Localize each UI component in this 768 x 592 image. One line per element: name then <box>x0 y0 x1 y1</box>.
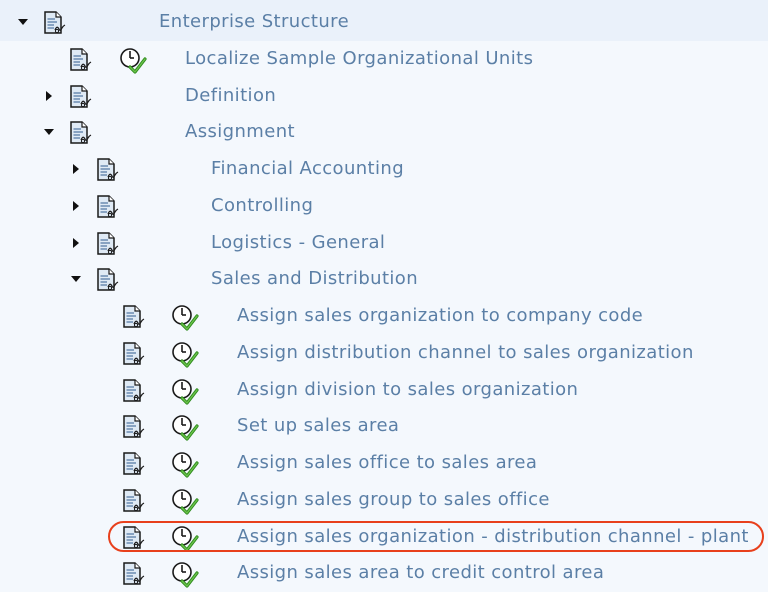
tree-node-label[interactable]: Controlling <box>211 195 313 217</box>
execute-clock-check-icon[interactable] <box>170 487 200 515</box>
document-icon[interactable] <box>68 120 94 146</box>
execute-clock-check-icon[interactable] <box>170 303 200 331</box>
execute-clock-check-icon[interactable] <box>170 340 200 368</box>
tree-node-label[interactable]: Enterprise Structure <box>159 11 349 33</box>
document-icon[interactable] <box>95 231 121 257</box>
tree-node[interactable]: Financial Accounting <box>0 151 768 187</box>
document-icon[interactable] <box>121 304 147 330</box>
expand-triangle-icon[interactable] <box>44 90 54 102</box>
execute-clock-check-icon[interactable] <box>170 377 200 405</box>
tree-node-label[interactable]: Sales and Distribution <box>211 268 418 290</box>
tree-node-label[interactable]: Assign sales organization - distribution… <box>237 526 749 548</box>
tree-node[interactable]: Assign distribution channel to sales org… <box>0 335 768 371</box>
tree-node-label[interactable]: Assign sales area to credit control area <box>237 562 604 584</box>
execute-clock-check-icon[interactable] <box>170 450 200 478</box>
tree-node-label[interactable]: Assign sales office to sales area <box>237 452 537 474</box>
document-icon[interactable] <box>121 525 147 551</box>
collapse-triangle-icon[interactable] <box>71 273 81 285</box>
tree-node-label[interactable]: Assignment <box>185 121 295 143</box>
tree-node[interactable]: Assign division to sales organization <box>0 372 768 408</box>
document-icon[interactable] <box>121 341 147 367</box>
document-icon[interactable] <box>121 451 147 477</box>
expand-triangle-icon[interactable] <box>71 237 81 249</box>
tree-node-label[interactable]: Financial Accounting <box>211 158 404 180</box>
tree-node-highlighted[interactable]: Assign sales organization - distribution… <box>0 519 768 555</box>
tree-node[interactable]: Assign sales area to credit control area <box>0 555 768 591</box>
document-icon[interactable] <box>121 414 147 440</box>
tree-node[interactable]: Localize Sample Organizational Units <box>0 41 768 77</box>
tree-node[interactable]: Enterprise Structure <box>0 4 768 40</box>
tree-node[interactable]: Controlling <box>0 188 768 224</box>
document-icon[interactable] <box>68 47 94 73</box>
tree-node-label[interactable]: Set up sales area <box>237 415 399 437</box>
collapse-triangle-icon[interactable] <box>44 126 54 138</box>
tree-node-label[interactable]: Assign sales group to sales office <box>237 489 550 511</box>
document-icon[interactable] <box>121 561 147 587</box>
tree-node-label[interactable]: Assign distribution channel to sales org… <box>237 342 694 364</box>
document-icon[interactable] <box>121 378 147 404</box>
tree-node[interactable]: Assign sales group to sales office <box>0 482 768 518</box>
tree-node[interactable]: Assign sales office to sales area <box>0 445 768 481</box>
collapse-triangle-icon[interactable] <box>18 16 28 28</box>
tree-node-label[interactable]: Assign division to sales organization <box>237 379 578 401</box>
tree-node-label[interactable]: Assign sales organization to company cod… <box>237 305 643 327</box>
tree-node-label[interactable]: Definition <box>185 85 276 107</box>
execute-clock-check-icon[interactable] <box>118 46 148 74</box>
document-icon[interactable] <box>121 488 147 514</box>
document-icon[interactable] <box>95 267 121 293</box>
execute-clock-check-icon[interactable] <box>170 524 200 552</box>
document-icon[interactable] <box>95 194 121 220</box>
document-icon[interactable] <box>95 157 121 183</box>
execute-clock-check-icon[interactable] <box>170 413 200 441</box>
tree-node[interactable]: Definition <box>0 78 768 114</box>
document-icon[interactable] <box>42 10 68 36</box>
tree-node[interactable]: Logistics - General <box>0 225 768 261</box>
document-icon[interactable] <box>68 84 94 110</box>
tree-node-label[interactable]: Logistics - General <box>211 232 385 254</box>
tree-node[interactable]: Assignment <box>0 114 768 150</box>
tree-node[interactable]: Sales and Distribution <box>0 261 768 297</box>
expand-triangle-icon[interactable] <box>71 163 81 175</box>
tree-node[interactable]: Assign sales organization to company cod… <box>0 298 768 334</box>
expand-triangle-icon[interactable] <box>71 200 81 212</box>
tree-node-label[interactable]: Localize Sample Organizational Units <box>185 48 533 70</box>
execute-clock-check-icon[interactable] <box>170 560 200 588</box>
tree-node[interactable]: Set up sales area <box>0 408 768 444</box>
